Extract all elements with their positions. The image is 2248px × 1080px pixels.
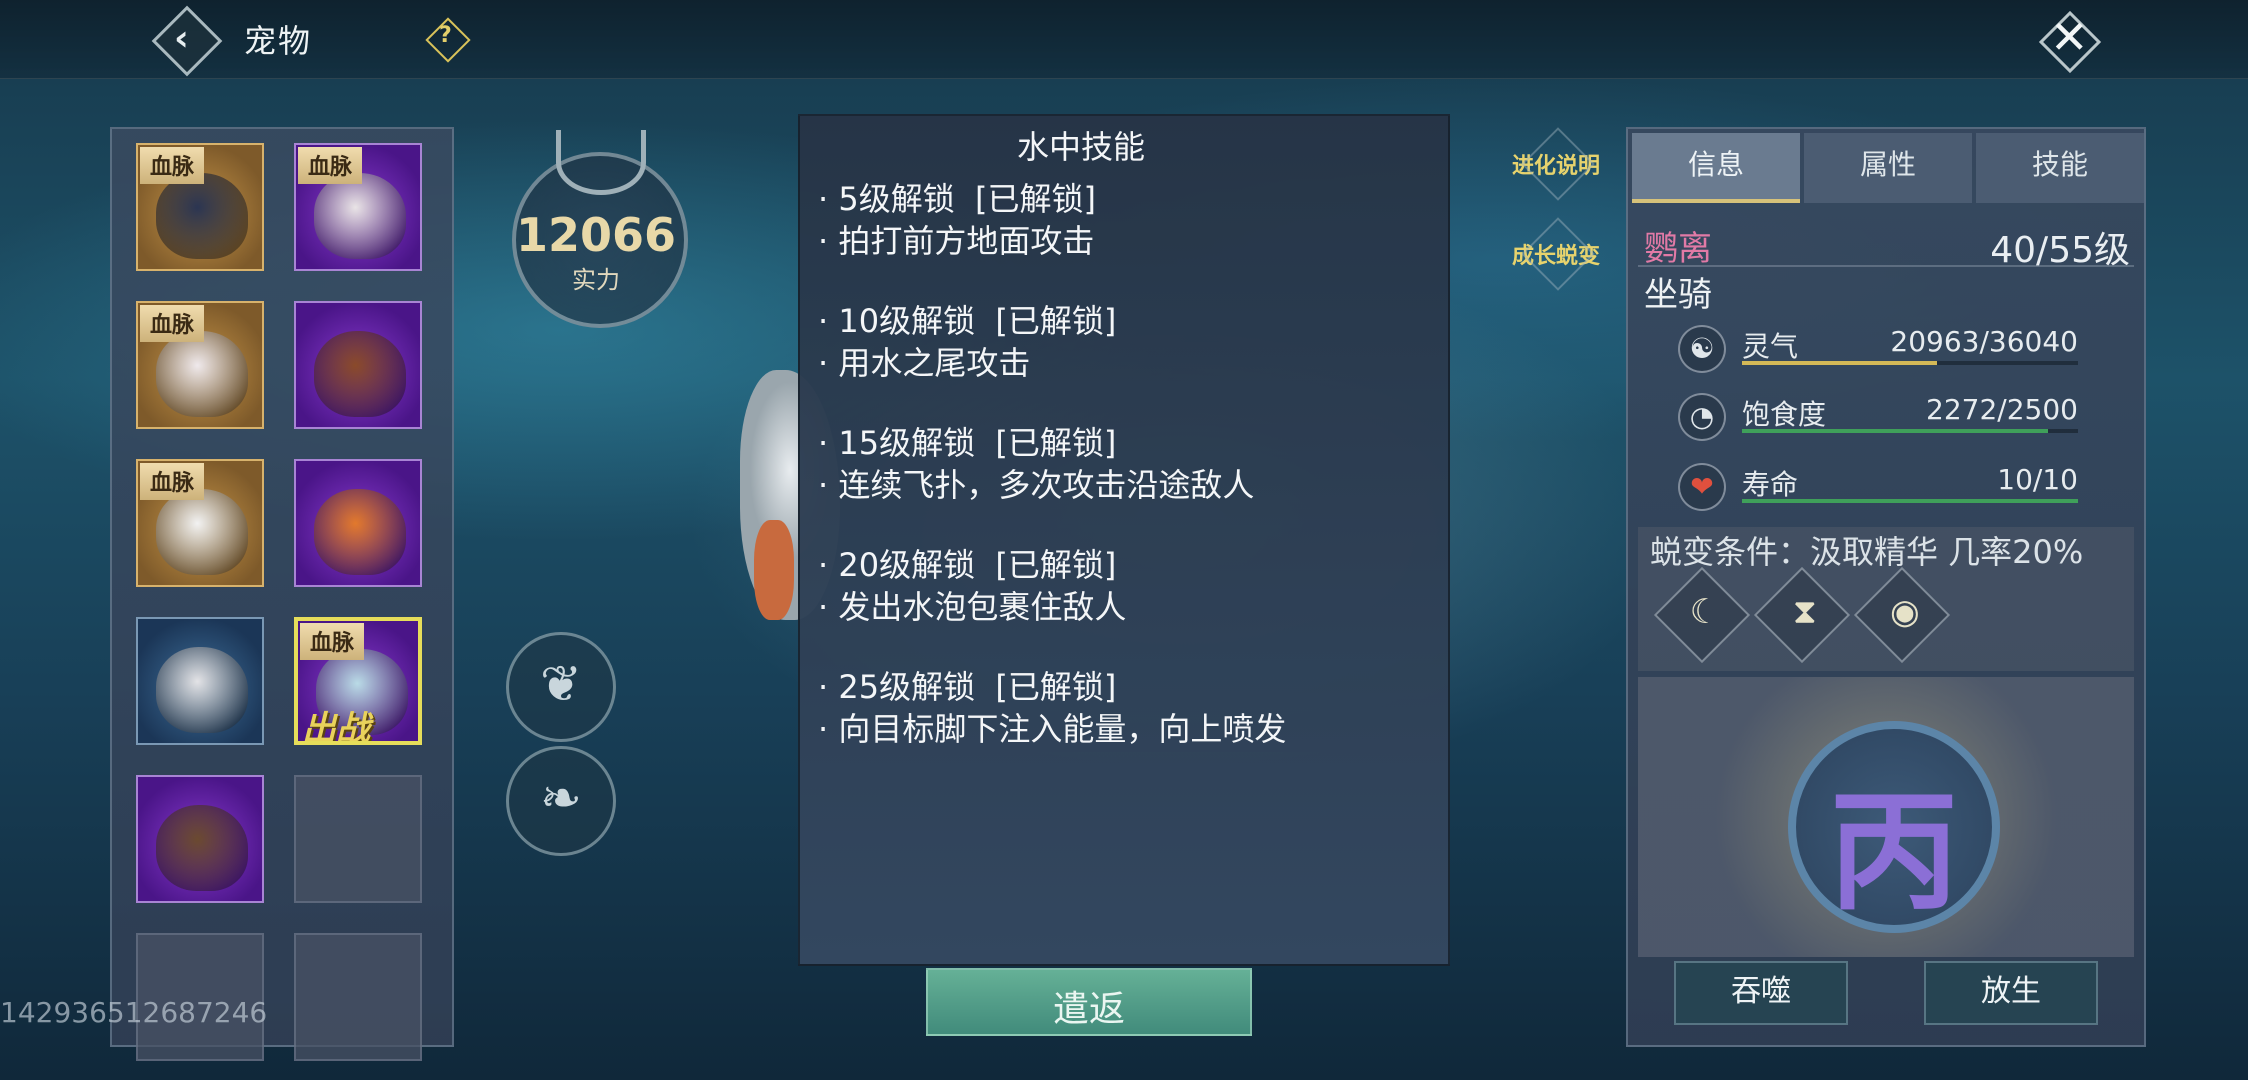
tab-skills[interactable]: 技能 bbox=[1976, 133, 2144, 203]
top-bar: ‹ 宠物 ? ✕ bbox=[0, 0, 2248, 79]
divider bbox=[1638, 265, 2134, 267]
question-icon: ? bbox=[439, 23, 452, 48]
pet-name: 鹦离 bbox=[1644, 229, 1712, 269]
pet-portrait bbox=[156, 173, 248, 259]
satiety-bar bbox=[1742, 429, 2078, 433]
stat-value: 10/10 bbox=[1997, 463, 2078, 496]
tooltip-line: · 10级解锁 [已解锁] bbox=[818, 302, 1117, 340]
heart-icon: ❤ bbox=[1678, 463, 1726, 511]
empty-pet-slot[interactable] bbox=[294, 775, 422, 903]
stomach-icon: ◔ bbox=[1678, 393, 1726, 441]
tooltip-line: · 25级解锁 [已解锁] bbox=[818, 668, 1117, 706]
tab-info[interactable]: 信息 bbox=[1632, 133, 1800, 203]
tooltip-line: · 向目标脚下注入能量，向上喷发 bbox=[818, 710, 1287, 748]
grade-emblem: 丙 bbox=[1788, 721, 2000, 933]
evolution-info-link[interactable]: 进化说明 bbox=[1504, 127, 1608, 201]
tooltip-line: · 15级解锁 [已解锁] bbox=[818, 424, 1117, 462]
deployed-tag: 出战 bbox=[302, 709, 370, 745]
pet-portrait bbox=[156, 489, 248, 575]
stat-label: 灵气 bbox=[1742, 330, 1799, 363]
release-button[interactable]: 放生 bbox=[1924, 961, 2098, 1025]
power-value: 12066 bbox=[515, 208, 677, 262]
close-icon: ✕ bbox=[2050, 10, 2089, 64]
horn-emblem-icon bbox=[556, 130, 646, 195]
pet-portrait bbox=[156, 647, 248, 733]
eye-icon[interactable]: ◉ bbox=[1853, 566, 1951, 664]
recall-label: 遣返 bbox=[1052, 989, 1125, 1030]
pet-portrait bbox=[156, 805, 248, 891]
tooltip-line: · 20级解锁 [已解锁] bbox=[818, 546, 1117, 584]
empty-pet-slot[interactable] bbox=[294, 933, 422, 1061]
growth-evolve-link[interactable]: 成长蜕变 bbox=[1504, 217, 1608, 291]
hourglass-icon[interactable]: ⧗ bbox=[1753, 566, 1851, 664]
chevron-left-icon: ‹ bbox=[174, 18, 189, 59]
close-button[interactable]: ✕ bbox=[2036, 8, 2102, 74]
tab-attributes[interactable]: 属性 bbox=[1804, 133, 1972, 203]
pet-slot[interactable] bbox=[294, 301, 422, 429]
water-skill-tooltip: 水中技能 · 5级解锁 [已解锁] · 拍打前方地面攻击 · 10级解锁 [已解… bbox=[798, 114, 1450, 966]
link-frame bbox=[1521, 127, 1595, 201]
link-frame bbox=[1521, 217, 1595, 291]
pet-type: 坐骑 bbox=[1644, 275, 1712, 315]
pet-info-panel: 信息 属性 技能 鹦离 40/55级 坐骑 ☯ 灵气 20963/36040 ◔… bbox=[1626, 127, 2146, 1047]
tooltip-line: · 发出水泡包裹住敌人 bbox=[818, 588, 1127, 626]
tooltip-line: · 5级解锁 [已解锁] bbox=[818, 180, 1097, 218]
evolution-condition: 蜕变条件：汲取精华 几率20% bbox=[1650, 533, 2084, 571]
pet-slot[interactable]: 血脉 bbox=[136, 459, 264, 587]
back-button[interactable]: ‹ bbox=[151, 5, 223, 77]
spirit-icon: ☯ bbox=[1678, 325, 1726, 373]
phoenix-icon: ❦ bbox=[540, 655, 582, 713]
stat-value: 20963/36040 bbox=[1890, 325, 2078, 358]
pet-slot[interactable]: 血脉 bbox=[136, 143, 264, 271]
pet-slot[interactable] bbox=[136, 617, 264, 745]
pet-slot[interactable]: 血脉 出战 bbox=[294, 617, 422, 745]
power-label: 实力 bbox=[572, 266, 620, 294]
devour-button[interactable]: 吞噬 bbox=[1674, 961, 1848, 1025]
stat-value: 2272/2500 bbox=[1926, 393, 2078, 426]
pet-portrait bbox=[314, 489, 406, 575]
tooltip-title: 水中技能 bbox=[1016, 128, 1145, 166]
stat-label: 饱食度 bbox=[1742, 398, 1827, 431]
bar-fill bbox=[1742, 429, 2048, 433]
tooltip-line: · 用水之尾攻击 bbox=[818, 344, 1031, 382]
help-button[interactable]: ? bbox=[425, 17, 471, 63]
bloodline-badge: 血脉 bbox=[140, 463, 205, 500]
bar-fill bbox=[1742, 361, 1937, 365]
pet-portrait bbox=[314, 173, 406, 259]
pet-portrait bbox=[314, 331, 406, 417]
bloodline-badge: 血脉 bbox=[298, 147, 363, 184]
pet-skill-slot-1[interactable]: ❦ bbox=[506, 632, 616, 742]
tooltip-line: · 拍打前方地面攻击 bbox=[818, 222, 1095, 260]
bar-fill bbox=[1742, 499, 2078, 503]
grade-emblem-area: 丙 bbox=[1638, 677, 2134, 957]
pet-slot[interactable]: 血脉 bbox=[136, 301, 264, 429]
tooltip-line: · 连续飞扑，多次攻击沿途敌人 bbox=[818, 466, 1255, 504]
pet-model-fin bbox=[754, 520, 794, 620]
lifespan-bar bbox=[1742, 499, 2078, 503]
bloodline-badge: 血脉 bbox=[300, 623, 365, 660]
pet-portrait bbox=[156, 331, 248, 417]
recall-button[interactable]: 遣返 bbox=[926, 968, 1252, 1036]
grade-char: 丙 bbox=[1828, 776, 1959, 928]
pet-skill-slot-2[interactable]: ❧ bbox=[506, 746, 616, 856]
moon-icon[interactable]: ☾ bbox=[1653, 566, 1751, 664]
bloodline-badge: 血脉 bbox=[140, 147, 205, 184]
pet-list-panel: 血脉 血脉 血脉 血脉 血脉 出战 bbox=[110, 127, 454, 1061]
stat-label: 寿命 bbox=[1742, 468, 1799, 501]
pet-slot[interactable] bbox=[294, 459, 422, 587]
bloodline-badge: 血脉 bbox=[140, 305, 205, 342]
leaf-swirl-icon: ❧ bbox=[540, 769, 582, 827]
evolution-condition-box: 蜕变条件：汲取精华 几率20% ☾ ⧗ ◉ bbox=[1638, 527, 2134, 671]
pet-slot[interactable]: 血脉 bbox=[294, 143, 422, 271]
pet-slot[interactable] bbox=[136, 775, 264, 903]
page-title: 宠物 bbox=[244, 22, 313, 60]
spirit-bar bbox=[1742, 361, 2078, 365]
player-uid: 142936512687246 bbox=[0, 996, 268, 1029]
power-badge: 12066 实力 bbox=[506, 130, 688, 328]
